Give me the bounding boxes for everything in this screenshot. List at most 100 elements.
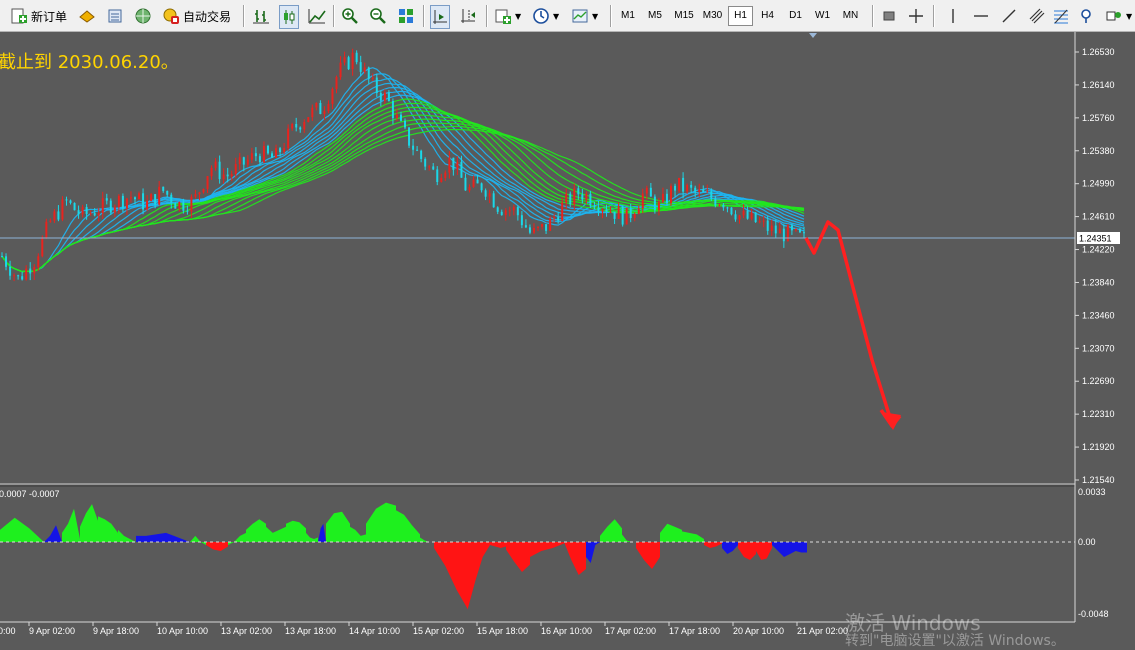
candle-body xyxy=(432,166,435,170)
tile-windows-button[interactable] xyxy=(397,4,415,28)
data-window-button[interactable] xyxy=(106,4,124,28)
market-watch-button[interactable] xyxy=(78,4,96,28)
candle-body xyxy=(766,220,769,231)
candle-body xyxy=(412,145,415,150)
candle-body xyxy=(528,227,531,233)
time-tick-label: 17 Apr 02:00 xyxy=(605,626,656,636)
price-tick-label: 1.24610 xyxy=(1082,212,1115,222)
timeframe-m30-button[interactable]: M30 xyxy=(700,6,725,26)
timeframe-m15-button[interactable]: M15 xyxy=(670,6,698,26)
candle-body xyxy=(472,179,475,187)
candle-body xyxy=(17,275,20,277)
candle-body xyxy=(41,237,44,257)
price-tick-label: 1.24220 xyxy=(1082,245,1115,255)
candle-body xyxy=(125,198,128,209)
candlestick-chart-button[interactable] xyxy=(279,5,299,29)
candle-body xyxy=(37,256,40,268)
indicator-title: -0.0007 -0.0007 xyxy=(0,489,60,499)
candle-body xyxy=(500,211,503,216)
candle-body xyxy=(69,200,72,203)
candle-body xyxy=(456,161,459,170)
crosshair-button[interactable] xyxy=(907,4,925,28)
zoom-out-button[interactable] xyxy=(369,4,387,28)
toolbar-separator xyxy=(933,5,935,27)
candle-body xyxy=(762,220,765,222)
time-tick-label: 16 Apr 10:00 xyxy=(541,626,592,636)
shapes-menu-button[interactable]: ▼ xyxy=(1105,4,1132,28)
templates-button[interactable]: ▼ xyxy=(571,4,598,28)
candle-body xyxy=(230,174,233,177)
candle-body xyxy=(678,177,681,191)
candle-body xyxy=(53,211,56,221)
timeframe-h4-button[interactable]: H4 xyxy=(755,6,780,26)
timeframe-mn-button[interactable]: MN xyxy=(838,6,863,26)
candle-body xyxy=(319,102,322,115)
candle-body xyxy=(81,207,84,215)
bar-chart-button[interactable] xyxy=(252,4,270,28)
candle-body xyxy=(617,206,620,219)
navigator-button[interactable] xyxy=(134,4,152,28)
expiry-annotation: 截止到 2030.06.20。 xyxy=(0,52,179,73)
indicators-button[interactable]: ▼ xyxy=(494,4,521,28)
candle-body xyxy=(657,201,660,211)
chart-shift-button[interactable] xyxy=(459,4,477,28)
trendline-button[interactable] xyxy=(1000,4,1018,28)
candle-body xyxy=(694,187,697,192)
candle-body xyxy=(778,228,781,234)
horizontal-line-button[interactable] xyxy=(972,4,990,28)
cursor-button[interactable] xyxy=(880,4,898,28)
candle-body xyxy=(537,226,540,228)
candle-body xyxy=(488,193,491,197)
vertical-line-button[interactable] xyxy=(944,4,962,28)
price-tick-label: 1.23460 xyxy=(1082,310,1115,320)
candle-body xyxy=(702,189,705,192)
candle-body xyxy=(375,77,378,94)
auto-scroll-button[interactable] xyxy=(430,5,450,29)
main-toolbar: 新订单 自动交易 ▼ ▼ ▼ M1 M5 M15 M30 H1 H4 D1 W1… xyxy=(0,0,1135,32)
equidistant-channel-button[interactable] xyxy=(1028,4,1046,28)
candle-body xyxy=(250,153,253,160)
timeframe-h1-button[interactable]: H1 xyxy=(728,6,753,26)
candle-body xyxy=(331,88,334,104)
candle-body xyxy=(710,191,713,199)
candle-body xyxy=(133,197,136,200)
candle-body xyxy=(444,172,447,179)
candle-body xyxy=(577,188,580,195)
timeframe-m1-button[interactable]: M1 xyxy=(617,6,639,26)
candle-body xyxy=(581,194,584,200)
price-tick-label: 1.25380 xyxy=(1082,146,1115,156)
candle-body xyxy=(218,161,221,180)
new-order-button[interactable]: 新订单 xyxy=(10,4,67,28)
candle-body xyxy=(460,161,463,178)
channel-icon xyxy=(1029,8,1045,24)
periodicity-button[interactable]: ▼ xyxy=(532,4,559,28)
auto-trade-button[interactable]: 自动交易 xyxy=(162,4,231,28)
timeframe-m5-button[interactable]: M5 xyxy=(644,6,666,26)
price-chart[interactable]: 1.26530 1.26140 1.25760 1.25380 1.24990 1.246… xyxy=(0,32,1135,643)
candle-body xyxy=(254,153,257,157)
candle-body xyxy=(589,193,592,206)
timeframe-w1-button[interactable]: W1 xyxy=(810,6,835,26)
line-chart-button[interactable] xyxy=(308,4,326,28)
candle-body xyxy=(416,149,419,151)
candle-body xyxy=(93,213,96,216)
candle-body xyxy=(97,213,100,216)
fibonacci-button[interactable] xyxy=(1052,4,1070,28)
candle-body xyxy=(653,196,656,211)
candle-body xyxy=(351,52,354,70)
candle-body xyxy=(782,228,785,242)
indicator-tick-label: -0.0048 xyxy=(1078,609,1109,619)
time-tick-label: 13 Apr 02:00 xyxy=(221,626,272,636)
time-tick-label: 10 Apr 10:00 xyxy=(157,626,208,636)
price-tick-label: 1.26140 xyxy=(1082,80,1115,90)
candle-body xyxy=(649,187,652,197)
candle-body xyxy=(440,178,443,182)
candle-body xyxy=(553,217,556,219)
timeframe-d1-button[interactable]: D1 xyxy=(783,6,808,26)
candle-body xyxy=(476,179,479,184)
candle-body xyxy=(206,176,209,189)
candle-body xyxy=(178,202,181,209)
text-label-button[interactable] xyxy=(1077,4,1095,28)
candle-body xyxy=(706,191,709,193)
zoom-in-button[interactable] xyxy=(341,4,359,28)
